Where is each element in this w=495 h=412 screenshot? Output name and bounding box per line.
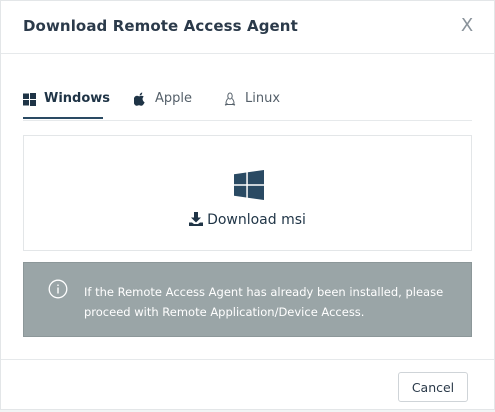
linux-icon — [223, 92, 237, 106]
dialog-header: Download Remote Access Agent X — [1, 1, 494, 54]
windows-icon — [23, 92, 36, 106]
platform-tabs: Windows Apple Linux — [23, 86, 472, 121]
dialog-title: Download Remote Access Agent — [23, 17, 298, 35]
tab-linux-label: Linux — [245, 91, 281, 106]
info-icon — [48, 279, 68, 299]
windows-logo-icon — [234, 170, 264, 200]
dialog-footer: Cancel — [1, 359, 494, 412]
tab-linux[interactable]: Linux — [223, 86, 280, 119]
download-msi-label: Download msi — [207, 212, 306, 228]
cancel-button[interactable]: Cancel — [398, 372, 468, 402]
tab-windows[interactable]: Windows — [23, 86, 110, 119]
tab-apple-label: Apple — [155, 91, 193, 106]
close-button[interactable]: X — [458, 15, 476, 37]
close-icon: X — [460, 15, 474, 36]
info-alert: If the Remote Access Agent has already b… — [23, 262, 472, 337]
tab-apple[interactable]: Apple — [133, 86, 192, 119]
download-icon — [189, 212, 204, 230]
download-panel: Download msi — [23, 135, 472, 251]
download-agent-dialog: Download Remote Access Agent X Windows A… — [0, 0, 495, 410]
info-message: If the Remote Access Agent has already b… — [84, 285, 444, 319]
tab-windows-label: Windows — [44, 91, 111, 106]
apple-icon — [133, 92, 147, 106]
download-msi-link[interactable]: Download msi — [24, 212, 471, 230]
